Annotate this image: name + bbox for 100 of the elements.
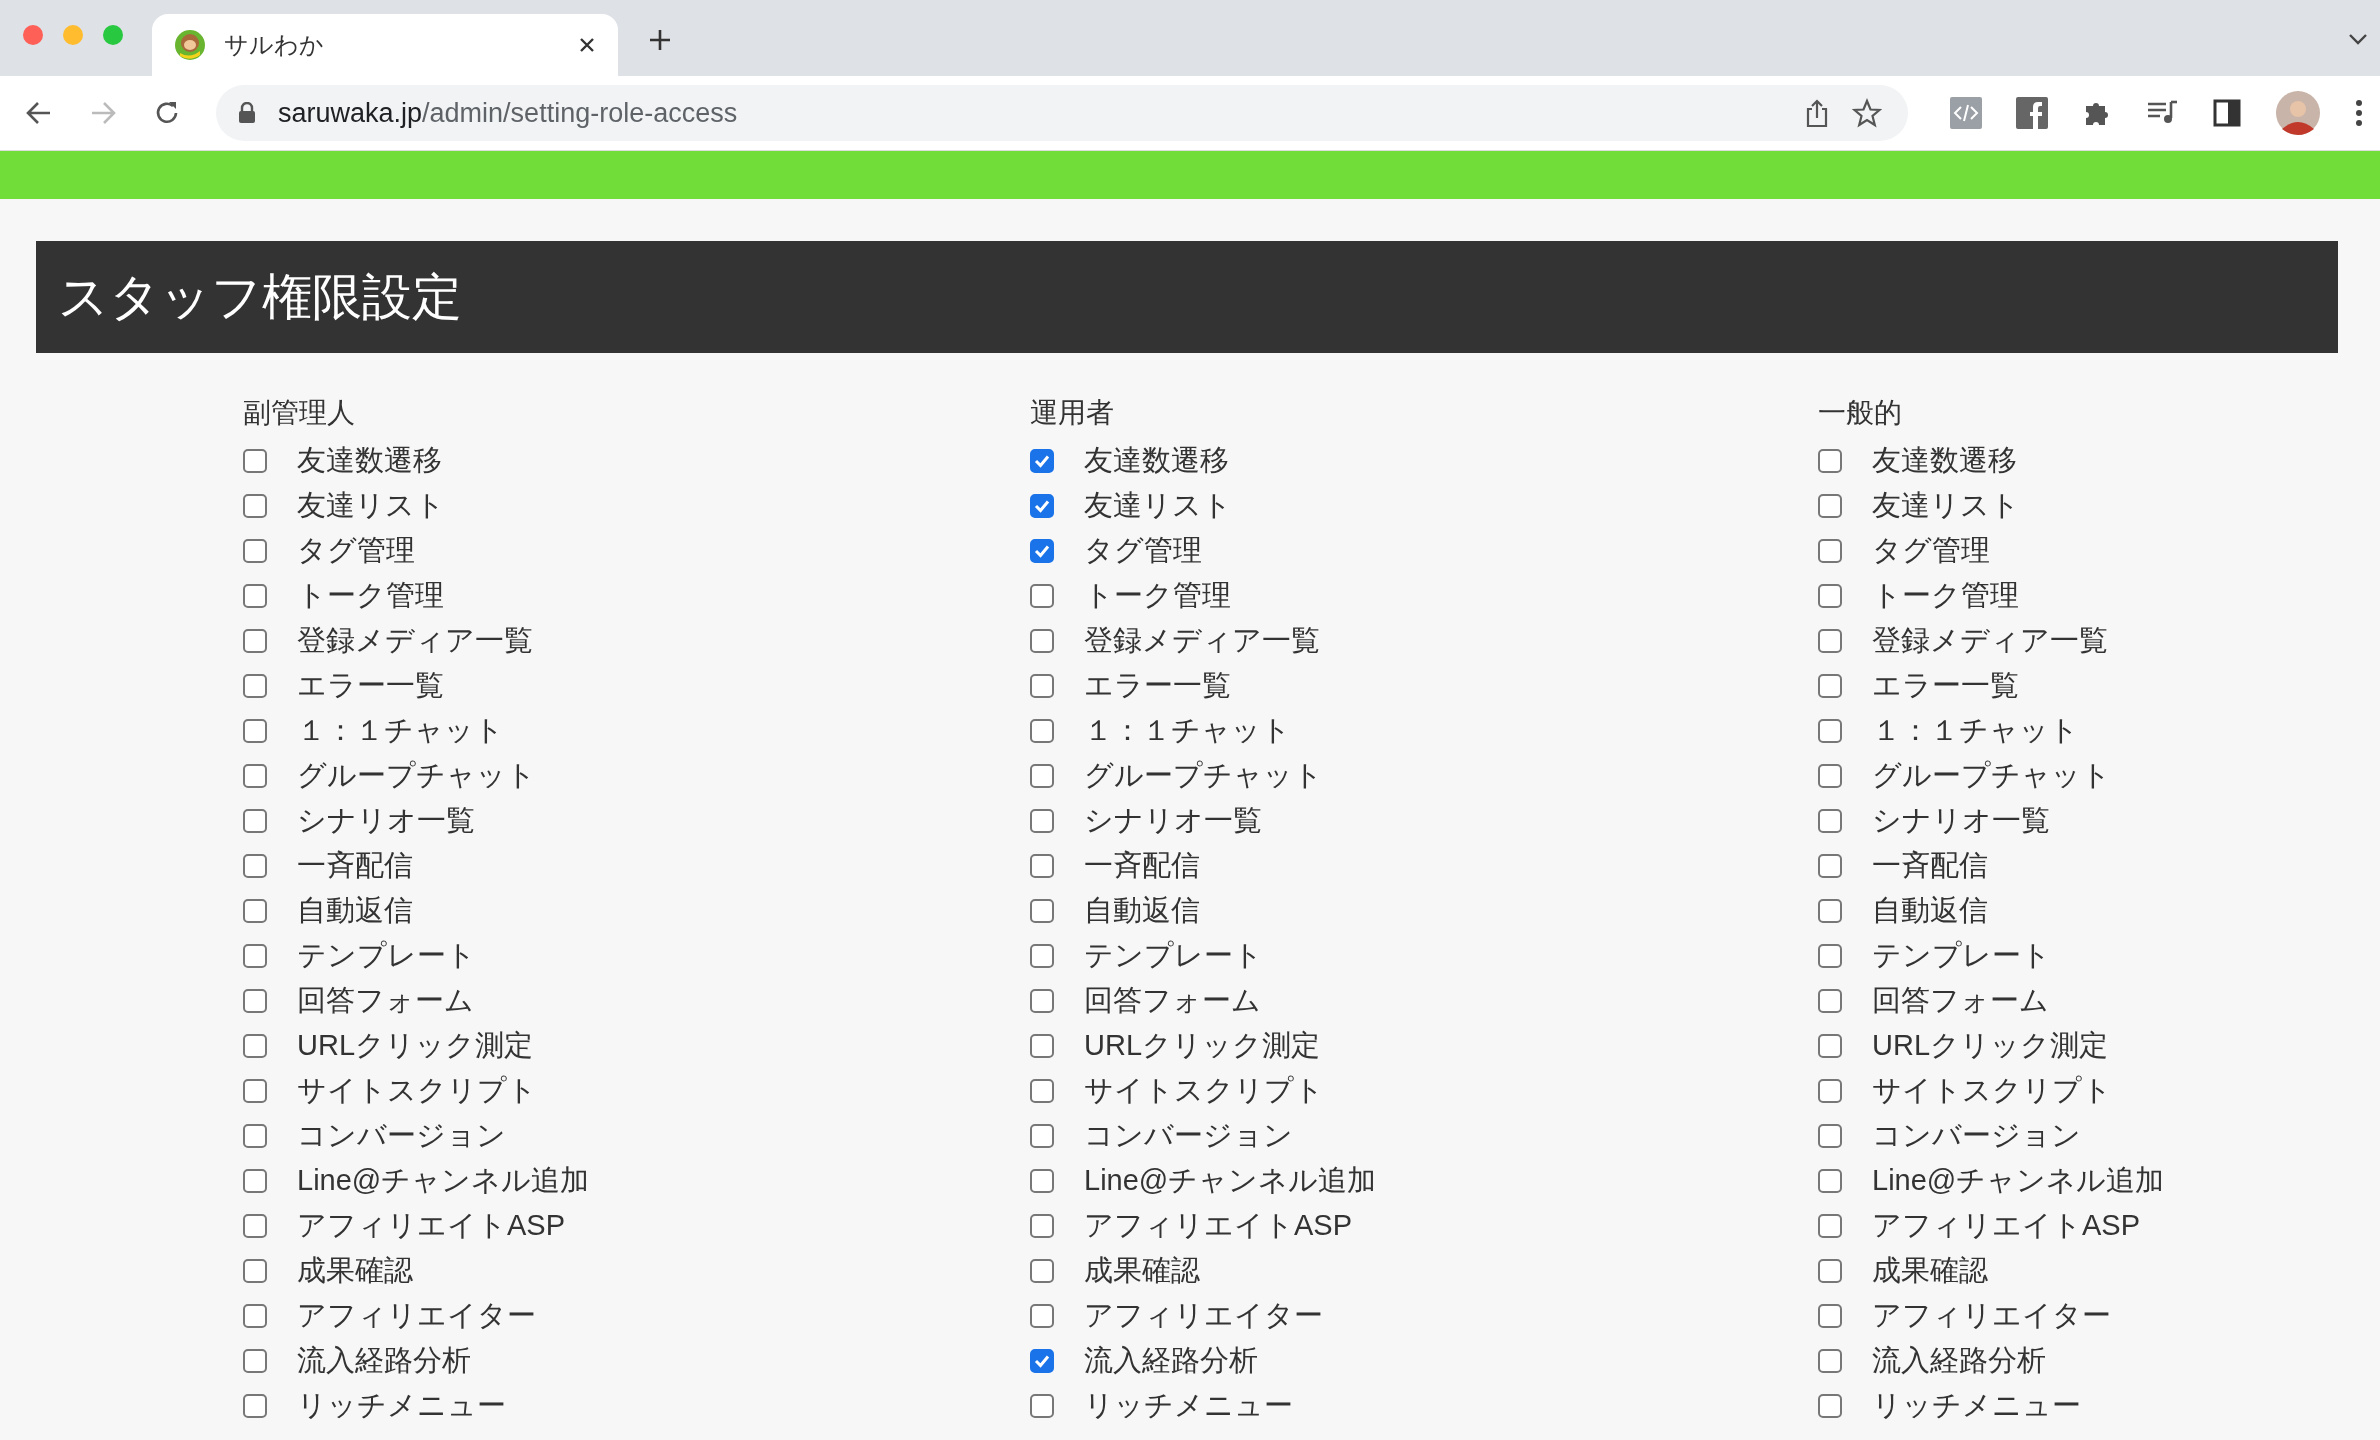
permission-label: 一斉配信 (297, 847, 413, 883)
checkbox[interactable] (1030, 1393, 1054, 1418)
checkbox[interactable] (1818, 628, 1842, 653)
tab-list-icon[interactable] (2348, 32, 2368, 46)
checkbox[interactable] (1818, 1123, 1842, 1148)
menu-icon[interactable] (2354, 98, 2364, 128)
checkbox[interactable] (243, 538, 267, 563)
checkbox[interactable] (243, 808, 267, 833)
checkbox[interactable] (1030, 1213, 1054, 1238)
checkbox[interactable] (1030, 853, 1054, 878)
checkbox[interactable] (1030, 943, 1054, 968)
checkbox[interactable] (243, 583, 267, 608)
checkbox[interactable] (1030, 448, 1054, 473)
checkbox[interactable] (243, 988, 267, 1013)
permission-label: 友達数遷移 (1084, 442, 1229, 478)
checkbox[interactable] (243, 1258, 267, 1283)
checkbox[interactable] (243, 1303, 267, 1328)
star-icon[interactable] (1852, 98, 1882, 128)
permission-label: 回答フォーム (1084, 982, 1261, 1018)
permission-label: 自動返信 (297, 892, 413, 928)
permission-label: エラー一覧 (1084, 667, 1231, 703)
checkbox[interactable] (1030, 583, 1054, 608)
close-window-icon[interactable] (22, 24, 44, 46)
checkbox[interactable] (243, 898, 267, 923)
checkbox[interactable] (1818, 673, 1842, 698)
checkbox[interactable] (1030, 1168, 1054, 1193)
checkbox[interactable] (1030, 493, 1054, 518)
share-icon[interactable] (1804, 98, 1830, 128)
checkbox[interactable] (1030, 898, 1054, 923)
side-panel-icon[interactable] (2212, 98, 2242, 128)
checkbox[interactable] (243, 1123, 267, 1148)
code-icon[interactable] (1950, 97, 1982, 129)
permission-label: シナリオ一覧 (1084, 802, 1262, 838)
permission-label: １：１チャット (297, 712, 504, 748)
checkbox[interactable] (1818, 1258, 1842, 1283)
new-tab-icon[interactable] (648, 28, 672, 52)
checkbox[interactable] (243, 448, 267, 473)
checkbox[interactable] (1818, 583, 1842, 608)
checkbox[interactable] (1818, 898, 1842, 923)
checkbox[interactable] (1818, 538, 1842, 563)
checkbox[interactable] (1818, 1033, 1842, 1058)
role-heading: 一般的 (1818, 396, 1903, 430)
role-heading: 副管理人 (243, 396, 356, 430)
permission-label: 成果確認 (297, 1252, 413, 1288)
checkbox[interactable] (1818, 853, 1842, 878)
checkbox[interactable] (1030, 1303, 1054, 1328)
checkbox[interactable] (1030, 718, 1054, 743)
permission-label: タグ管理 (1872, 532, 1990, 568)
checkbox[interactable] (243, 853, 267, 878)
checkbox[interactable] (1818, 1348, 1842, 1373)
avatar-icon[interactable] (2276, 91, 2320, 135)
checkbox[interactable] (1818, 493, 1842, 518)
checkbox[interactable] (1818, 808, 1842, 833)
checkbox[interactable] (243, 1168, 267, 1193)
checkbox[interactable] (1818, 1303, 1842, 1328)
permission-label: アフィリエイトASP (297, 1207, 566, 1243)
permission-label: エラー一覧 (297, 667, 444, 703)
permission-label: 友達数遷移 (1872, 442, 2017, 478)
checkbox[interactable] (1030, 763, 1054, 788)
checkbox[interactable] (1818, 943, 1842, 968)
checkbox[interactable] (243, 493, 267, 518)
checkbox[interactable] (1818, 1078, 1842, 1103)
checkbox[interactable] (243, 763, 267, 788)
address-field[interactable]: saruwaka.jp/admin/setting-role-access (216, 85, 1908, 141)
checkbox[interactable] (1030, 538, 1054, 563)
checkbox[interactable] (243, 1348, 267, 1373)
checkbox[interactable] (243, 1033, 267, 1058)
permission-label: 回答フォーム (297, 982, 474, 1018)
permission-label: アフィリエイトASP (1872, 1207, 2141, 1243)
checkbox[interactable] (1030, 1123, 1054, 1148)
checkbox[interactable] (1818, 448, 1842, 473)
browser-tab[interactable]: サルわか (152, 14, 618, 76)
permission-label: アフィリエイター (297, 1297, 536, 1333)
checkbox[interactable] (243, 1078, 267, 1103)
checkbox[interactable] (1030, 808, 1054, 833)
checkbox[interactable] (243, 718, 267, 743)
checkbox[interactable] (243, 628, 267, 653)
checkbox[interactable] (243, 1213, 267, 1238)
checkbox[interactable] (1030, 1258, 1054, 1283)
checkbox[interactable] (1030, 1033, 1054, 1058)
permission-label: 自動返信 (1084, 892, 1200, 928)
checkbox[interactable] (1818, 718, 1842, 743)
checkbox[interactable] (1818, 988, 1842, 1013)
checkbox[interactable] (1030, 628, 1054, 653)
permission-label: 登録メディア一覧 (1084, 622, 1320, 658)
checkbox[interactable] (1030, 1348, 1054, 1373)
permission-label: トーク管理 (1872, 577, 2019, 613)
permission-label: シナリオ一覧 (297, 802, 475, 838)
checkbox[interactable] (1030, 1078, 1054, 1103)
checkbox[interactable] (1818, 1213, 1842, 1238)
checkbox[interactable] (1030, 673, 1054, 698)
checkbox[interactable] (1818, 763, 1842, 788)
checkbox[interactable] (1818, 1168, 1842, 1193)
checkbox[interactable] (243, 673, 267, 698)
checkbox[interactable] (243, 943, 267, 968)
permission-label: 登録メディア一覧 (297, 622, 533, 658)
close-tab-icon[interactable] (578, 36, 596, 54)
checkbox[interactable] (1818, 1393, 1842, 1418)
checkbox[interactable] (1030, 988, 1054, 1013)
checkbox[interactable] (243, 1393, 267, 1418)
